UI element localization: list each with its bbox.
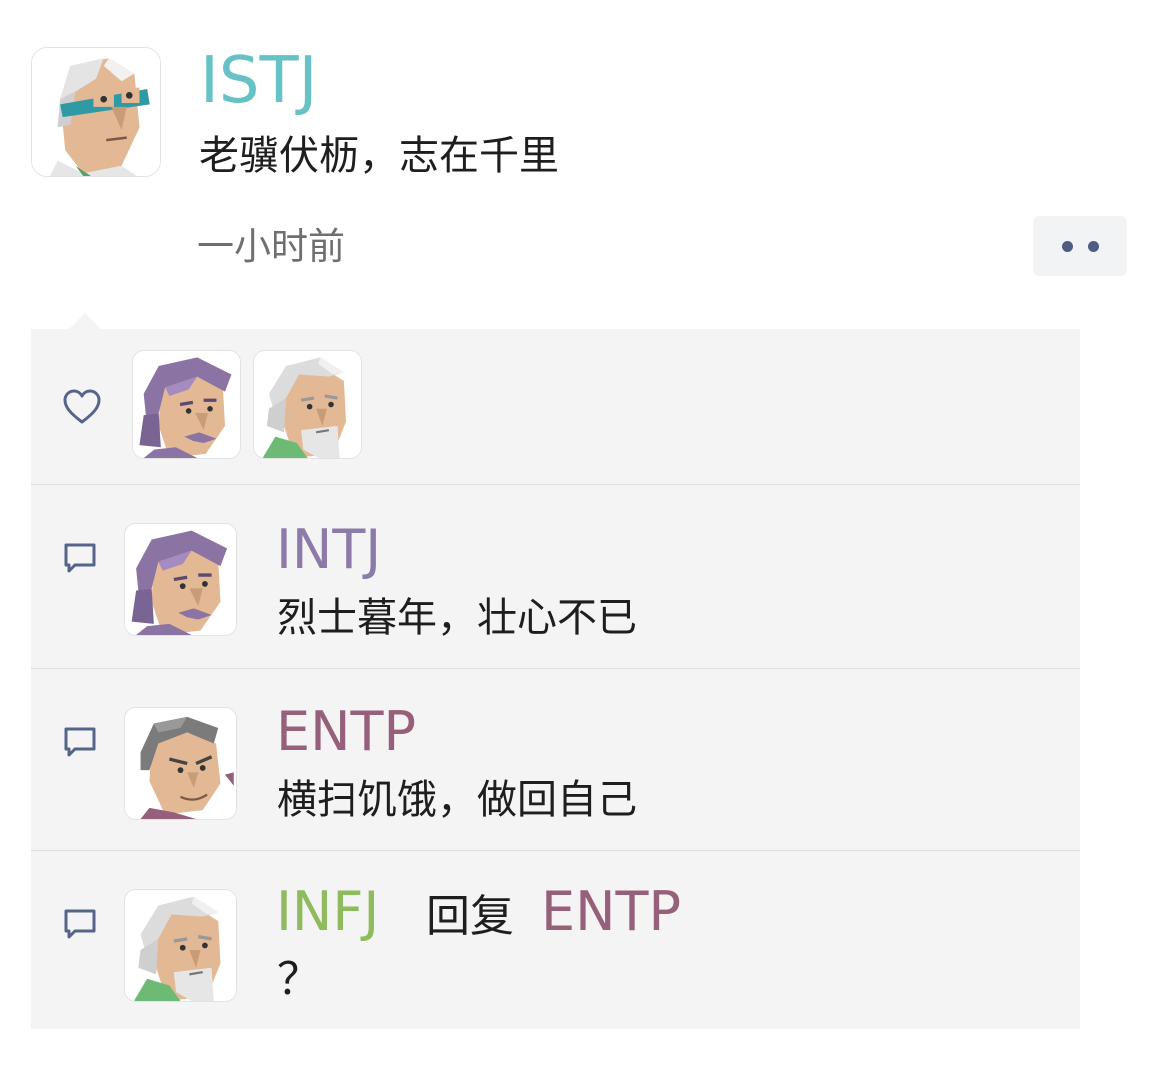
more-dots-icon	[1062, 241, 1073, 252]
entp-avatar-image	[125, 708, 236, 819]
like-avatar-intj[interactable]	[132, 350, 241, 459]
post-author-name[interactable]: ISTJ	[200, 46, 317, 116]
divider	[31, 484, 1080, 485]
intj-avatar-image	[125, 524, 236, 635]
reply-label: 回复	[426, 891, 514, 942]
comment-avatar-intj[interactable]	[124, 523, 237, 636]
comment-author-name[interactable]: INFJ	[276, 882, 379, 942]
divider	[31, 850, 1080, 851]
comment-box-pointer	[69, 313, 101, 329]
like-avatar-infj[interactable]	[253, 350, 362, 459]
comment-text: 烈士暮年，壮心不已	[277, 595, 637, 641]
comment-icon	[64, 909, 96, 939]
post-timestamp: 一小时前	[197, 225, 345, 268]
post-author-avatar[interactable]	[31, 47, 161, 177]
infj-avatar-image	[254, 351, 361, 458]
comment-author-name[interactable]: ENTP	[276, 702, 416, 762]
heart-icon	[63, 389, 101, 424]
more-options-button[interactable]	[1033, 216, 1127, 276]
comment-avatar-entp[interactable]	[124, 707, 237, 820]
comment-icon	[64, 543, 96, 573]
reply-to-name[interactable]: ENTP	[541, 882, 681, 942]
divider	[31, 668, 1080, 669]
comment-text: 横扫饥饿，做回自己	[277, 777, 637, 823]
post-text: 老骥伏枥，志在千里	[199, 133, 559, 179]
comment-icon	[64, 727, 96, 757]
istj-avatar-image	[32, 48, 160, 176]
more-dots-icon	[1088, 241, 1099, 252]
intj-avatar-image	[133, 351, 240, 458]
infj-avatar-image	[125, 890, 236, 1001]
comment-avatar-infj[interactable]	[124, 889, 237, 1002]
comment-text: ？	[277, 954, 321, 1005]
comment-author-name[interactable]: INTJ	[276, 520, 381, 580]
